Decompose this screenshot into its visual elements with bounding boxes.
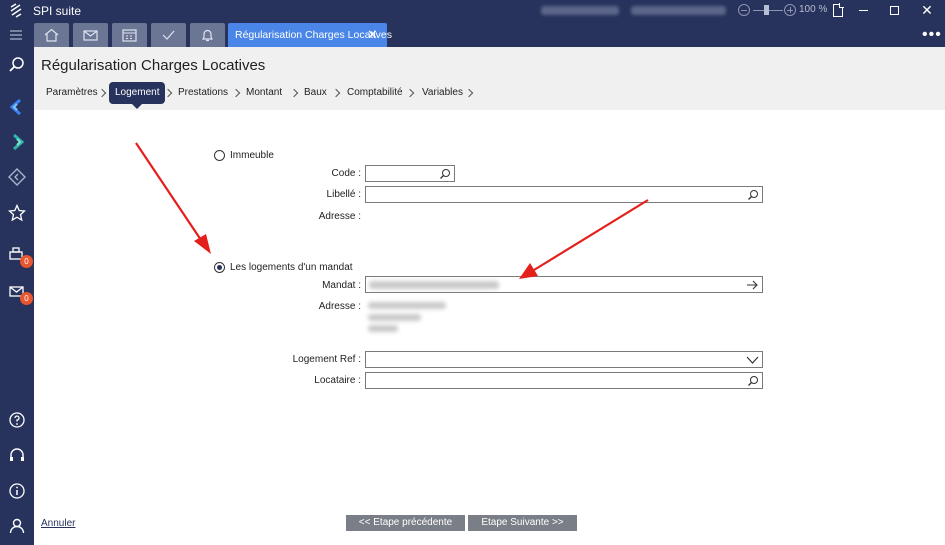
annotation-arrows	[135, 142, 649, 279]
annotation-arrow-to-radio	[135, 142, 211, 254]
annotation-arrow-to-mandat	[519, 199, 649, 279]
app-window: SPI suite 100 % ✕ Régularisation Charges…	[0, 0, 945, 545]
